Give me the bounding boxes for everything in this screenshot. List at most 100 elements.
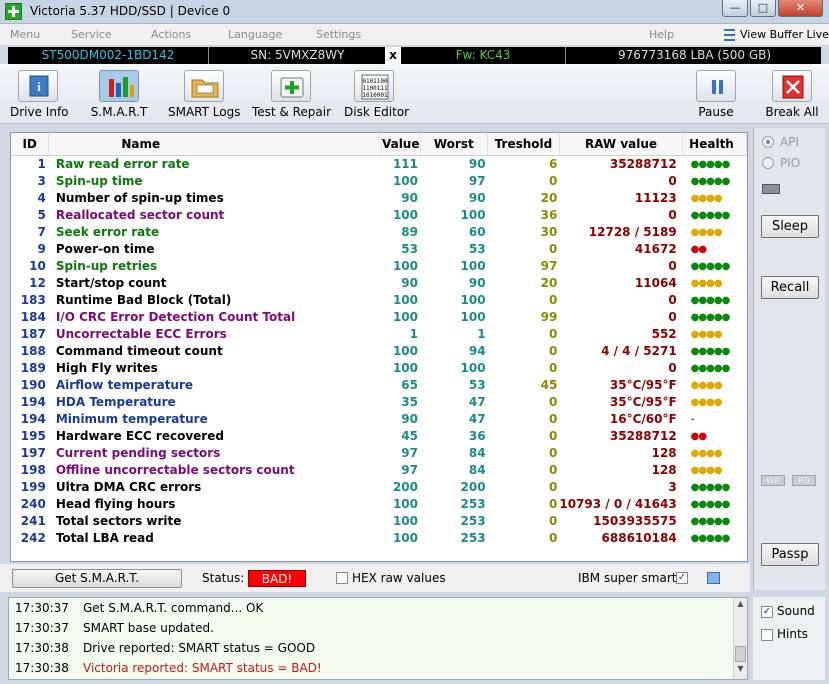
col-id[interactable]: ID xyxy=(11,133,50,156)
attr-id-cell: 197 xyxy=(20,445,46,460)
device-close-button[interactable]: x xyxy=(385,47,401,64)
close-button[interactable]: ✕ xyxy=(778,0,823,17)
attr-value-cell: 90 xyxy=(401,411,418,426)
first-aid-icon xyxy=(271,70,311,102)
attr-name-cell: I/O CRC Error Detection Count Total xyxy=(55,309,296,324)
table-row[interactable]: 194 Minimum temperature 90 47 0 16°C/60°F - xyxy=(11,411,747,428)
status-row: Get S.M.A.R.T. Status: BAD! HEX raw valu… xyxy=(0,564,750,592)
attr-name-cell: Power-on time xyxy=(55,241,155,256)
table-row[interactable]: 241 Total sectors write 100 253 0 1503935575 ●… xyxy=(11,513,747,530)
pio-radio[interactable] xyxy=(762,157,774,169)
scroll-down-icon[interactable]: ▼ xyxy=(735,664,746,678)
status-label: Status: xyxy=(202,571,245,585)
device-model[interactable]: ST500DM002-1BD142 xyxy=(8,47,208,64)
table-row[interactable]: 190 Airflow temperature 65 53 45 35°C/95°F ●●●… xyxy=(11,377,747,394)
table-row[interactable]: 7 Seek error rate 89 60 30 12728 / 5189 ●●●● xyxy=(11,224,747,241)
table-row[interactable]: 183 Runtime Bad Block (Total) 100 100 0 0 ●●●●… xyxy=(11,292,747,309)
attr-value-cell: 100 xyxy=(392,513,418,528)
attr-id-cell: 194 xyxy=(20,411,46,426)
attr-worst-cell: 100 xyxy=(460,360,486,375)
menu-actions[interactable]: Actions xyxy=(151,28,191,41)
api-radio[interactable] xyxy=(762,136,774,148)
hints-checkbox[interactable] xyxy=(761,629,773,641)
sound-checkbox[interactable]: ✓ xyxy=(761,606,773,618)
table-row[interactable]: 12 Start/stop count 90 90 20 11064 ●●●● xyxy=(11,275,747,292)
hex-raw-checkbox[interactable] xyxy=(336,572,348,584)
attr-worst-cell: 47 xyxy=(468,394,486,409)
folder-icon xyxy=(184,70,224,102)
table-row[interactable]: 4 Number of spin-up times 90 90 20 11123 ●●●● xyxy=(11,190,747,207)
log-time: 17:30:38 xyxy=(15,661,69,675)
attr-worst-cell: 97 xyxy=(468,173,486,188)
recall-button[interactable]: Recall xyxy=(761,276,819,299)
break-all-button[interactable]: Break All xyxy=(764,70,820,122)
test-repair-button[interactable]: Test & Repair xyxy=(252,70,331,122)
attr-name-cell: Total LBA read xyxy=(55,530,154,545)
table-row[interactable]: 194 HDA Temperature 35 47 0 35°C/95°F ●●●● xyxy=(11,394,747,411)
attr-worst-cell: 47 xyxy=(468,411,486,426)
menu-help[interactable]: Help xyxy=(649,28,674,41)
smart-tab-button[interactable]: S.M.A.R.T xyxy=(88,70,150,122)
attr-name-cell: Start/stop count xyxy=(55,275,167,290)
table-row[interactable]: 5 Reallocated sector count 100 100 36 0 ●●●●● xyxy=(11,207,747,224)
drive-info-button[interactable]: i Drive Info xyxy=(10,70,69,122)
minimize-button[interactable]: — xyxy=(722,0,748,17)
disk-editor-button[interactable]: 0101100 1100111 1010001 Disk Editor xyxy=(344,70,409,122)
view-buffer-live-link[interactable]: View Buffer Live xyxy=(740,28,829,41)
attr-health-cell: ●●●●● xyxy=(690,294,731,306)
table-row[interactable]: 199 Ultra DMA CRC errors 200 200 0 3 ●●●●● xyxy=(11,479,747,496)
smart-logs-button[interactable]: SMART Logs xyxy=(168,70,240,122)
attr-raw-cell: 0 xyxy=(668,292,677,307)
attr-health-cell: ●●●● xyxy=(690,328,723,340)
log-time: 17:30:37 xyxy=(15,621,69,635)
scroll-thumb[interactable] xyxy=(735,646,746,662)
ibm-super-smart-checkbox[interactable]: ✓ xyxy=(676,572,688,584)
table-row[interactable]: 9 Power-on time 53 53 0 41672 ●● xyxy=(11,241,747,258)
col-name[interactable]: Name xyxy=(48,133,382,156)
table-row[interactable]: 3 Spin-up time 100 97 0 0 ●●●●● xyxy=(11,173,747,190)
passp-button[interactable]: Passp xyxy=(761,543,819,566)
attr-treshold-cell: 0 xyxy=(548,360,558,375)
attr-worst-cell: 53 xyxy=(468,377,486,392)
color-indicator[interactable] xyxy=(707,572,720,584)
menu-menu[interactable]: Menu xyxy=(10,28,40,41)
attr-raw-cell: 41672 xyxy=(634,241,677,256)
table-row[interactable]: 240 Head flying hours 100 253 0 10793 / 0 / 4… xyxy=(11,496,747,513)
col-raw[interactable]: RAW value xyxy=(559,133,684,156)
attr-treshold-cell: 0 xyxy=(548,394,558,409)
attr-treshold-cell: 0 xyxy=(548,241,558,256)
col-value[interactable]: Value xyxy=(381,133,421,156)
table-row[interactable]: 1 Raw read error rate 111 90 6 35288712 ●●●●● xyxy=(11,155,747,173)
table-row[interactable]: 242 Total LBA read 100 253 0 688610184 ●●●●● xyxy=(11,530,747,547)
attr-worst-cell: 100 xyxy=(460,207,486,222)
attr-treshold-cell: 0 xyxy=(548,428,558,443)
table-row[interactable]: 198 Offline uncorrectable sectors count 97… xyxy=(11,462,747,479)
pause-button[interactable]: Pause xyxy=(694,70,738,122)
table-row[interactable]: 197 Current pending sectors 97 84 0 128 ●●●● xyxy=(11,445,747,462)
col-health[interactable]: Health xyxy=(682,133,747,156)
menu-service[interactable]: Service xyxy=(71,28,112,41)
get-smart-button[interactable]: Get S.M.A.R.T. xyxy=(12,569,182,588)
attr-value-cell: 100 xyxy=(392,343,418,358)
table-row[interactable]: 10 Spin-up retries 100 100 97 0 ●●●●● xyxy=(11,258,747,275)
menu-settings[interactable]: Settings xyxy=(316,28,361,41)
attr-treshold-cell: 0 xyxy=(548,513,558,528)
table-row[interactable]: 188 Command timeout count 100 94 0 4 / 4 / 52… xyxy=(11,343,747,360)
table-row[interactable]: 184 I/O CRC Error Detection Count Total 10… xyxy=(11,309,747,326)
table-row[interactable]: 189 High Fly writes 100 100 0 0 ●●●●● xyxy=(11,360,747,377)
attr-name-cell: Hardware ECC recovered xyxy=(55,428,224,443)
sleep-button[interactable]: Sleep xyxy=(761,215,819,238)
attr-health-cell: ●●●● xyxy=(690,447,723,459)
table-row[interactable]: 187 Uncorrectable ECC Errors 1 1 0 552 ●●●● xyxy=(11,326,747,343)
binary-icon: 0101100 1100111 1010001 xyxy=(354,70,394,102)
table-row[interactable]: 195 Hardware ECC recovered 45 36 0 35288712 ●● xyxy=(11,428,747,445)
scroll-up-icon[interactable]: ▲ xyxy=(735,599,746,613)
attr-value-cell: 100 xyxy=(392,173,418,188)
menu-language[interactable]: Language xyxy=(228,28,282,41)
col-worst[interactable]: Worst xyxy=(420,133,489,156)
col-treshold[interactable]: Treshold xyxy=(487,133,560,156)
right-sidebar: API PIO Sleep Recall WR RD Passp xyxy=(753,128,825,590)
log-scrollbar[interactable]: ▲ ▼ xyxy=(733,598,747,679)
attr-id-cell: 195 xyxy=(20,428,46,443)
maximize-button[interactable]: □ xyxy=(750,0,776,17)
